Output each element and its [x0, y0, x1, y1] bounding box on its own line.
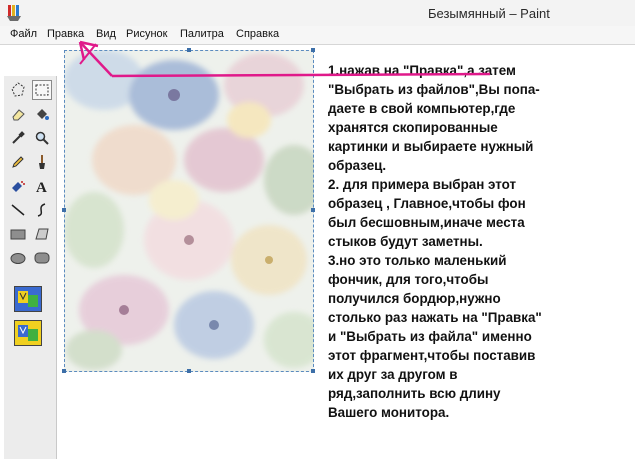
- airbrush-icon[interactable]: [8, 176, 28, 196]
- instruction-line: был бесшовным,иначе места: [328, 215, 525, 230]
- instruction-line: образец.: [328, 158, 387, 173]
- window-title: Безымянный – Paint: [428, 6, 550, 21]
- toolbox: A: [4, 76, 57, 459]
- resize-handle-bottom-left[interactable]: [62, 369, 66, 373]
- instruction-line: хранятся скопированные: [328, 120, 498, 135]
- rectangle-icon[interactable]: [8, 224, 28, 244]
- rect-select-icon[interactable]: [32, 80, 52, 100]
- instruction-line: даете в свой компьютер,где: [328, 101, 516, 116]
- opaque-background-button[interactable]: [14, 286, 42, 312]
- eraser-icon[interactable]: [8, 104, 28, 124]
- paint-app-icon[interactable]: [6, 4, 22, 22]
- rounded-rect-icon[interactable]: [32, 248, 52, 268]
- menu-image[interactable]: Рисунок: [126, 28, 168, 40]
- menu-view[interactable]: Вид: [96, 28, 116, 40]
- instruction-line: картинки и выбираете нужный: [328, 139, 534, 154]
- menu-bar: Файл Правка Вид Рисунок Палитра Справка: [0, 26, 635, 45]
- instruction-line: стыков будут заметны.: [328, 234, 483, 249]
- resize-handle-left[interactable]: [62, 208, 66, 212]
- canvas[interactable]: [62, 48, 315, 373]
- instruction-line: получился бордюр,нужно: [328, 291, 501, 306]
- resize-handle-bottom-right[interactable]: [311, 369, 315, 373]
- text-icon[interactable]: A: [32, 176, 52, 196]
- instruction-line: их друг за другом в: [328, 367, 458, 382]
- instruction-line: фончик, для того,чтобы: [328, 272, 489, 287]
- instruction-line: 2. для примера выбран этот: [328, 177, 517, 192]
- pencil-icon[interactable]: [8, 152, 28, 172]
- fill-bucket-icon[interactable]: [32, 104, 52, 124]
- line-icon[interactable]: [8, 200, 28, 220]
- instruction-line: этот фрагмент,чтобы поставив: [328, 348, 536, 363]
- brush-icon[interactable]: [32, 152, 52, 172]
- curve-icon[interactable]: [32, 200, 52, 220]
- instruction-line: ряд,заполнить всю длину: [328, 386, 501, 401]
- menu-edit[interactable]: Правка: [47, 28, 84, 40]
- menu-palette[interactable]: Палитра: [180, 28, 224, 40]
- selection-border: [64, 50, 314, 372]
- svg-text:A: A: [36, 180, 47, 194]
- instruction-line: образец , Главное,чтобы фон: [328, 196, 526, 211]
- transparent-background-button[interactable]: [14, 320, 42, 346]
- instruction-line: столько раз нажать на "Правка": [328, 310, 542, 325]
- title-bar: Безымянный – Paint: [0, 0, 635, 27]
- magnifier-icon[interactable]: [32, 128, 52, 148]
- polygon-icon[interactable]: [32, 224, 52, 244]
- free-select-icon[interactable]: [8, 80, 28, 100]
- ellipse-icon[interactable]: [8, 248, 28, 268]
- instruction-line: 3.но это только маленький: [328, 253, 507, 268]
- instruction-line: "Выбрать из файлов",Вы попа-: [328, 82, 540, 97]
- menu-help[interactable]: Справка: [236, 28, 279, 40]
- instruction-text: 1.нажав на "Правка",а затем "Выбрать из …: [328, 61, 624, 422]
- resize-handle-right[interactable]: [311, 208, 315, 212]
- color-picker-icon[interactable]: [8, 128, 28, 148]
- instruction-line: Вашего монитора.: [328, 405, 450, 420]
- resize-handle-top-right[interactable]: [311, 48, 315, 52]
- instruction-line: 1.нажав на "Правка",а затем: [328, 63, 516, 78]
- resize-handle-top[interactable]: [187, 48, 191, 52]
- instruction-line: и "Выбрать из файла" именно: [328, 329, 532, 344]
- resize-handle-bottom[interactable]: [187, 369, 191, 373]
- menu-file[interactable]: Файл: [10, 28, 37, 40]
